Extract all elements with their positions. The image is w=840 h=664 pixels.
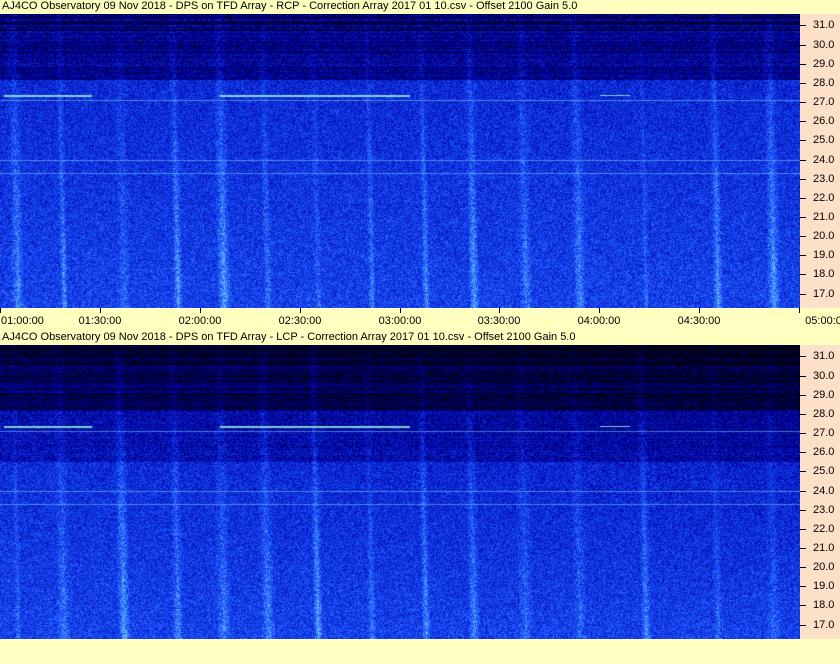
y-tick-label: 21.0 bbox=[813, 211, 835, 223]
y-tick-mark bbox=[800, 179, 806, 180]
y-tick-mark bbox=[800, 433, 806, 434]
y-tick-mark bbox=[800, 294, 806, 295]
y-tick-label: 22.0 bbox=[813, 192, 835, 204]
y-tick-label: 27.0 bbox=[813, 427, 835, 439]
y-tick-mark bbox=[800, 255, 806, 256]
lcp-frequency-axis: 31.0 30.0 29.0 28.0 27.0 26.0 25.0 24.0 23.0 22.0… bbox=[800, 345, 840, 639]
y-tick-label: 28.0 bbox=[813, 408, 835, 420]
y-tick-label: 30.0 bbox=[813, 370, 835, 382]
y-tick-label: 24.0 bbox=[813, 154, 835, 166]
y-tick-mark bbox=[800, 102, 806, 103]
y-tick-label: 17.0 bbox=[813, 619, 835, 631]
x-tick-mark bbox=[100, 308, 101, 313]
rcp-title: AJ4CO Observatory 09 Nov 2018 - DPS on T… bbox=[2, 0, 578, 12]
y-tick-label: 26.0 bbox=[813, 446, 835, 458]
x-tick-mark bbox=[699, 308, 700, 313]
y-tick-mark bbox=[800, 274, 806, 275]
y-tick-label: 23.0 bbox=[813, 173, 835, 185]
y-tick-label: 27.0 bbox=[813, 96, 835, 108]
y-tick-label: 20.0 bbox=[813, 230, 835, 242]
y-tick-label: 29.0 bbox=[813, 58, 835, 70]
y-tick-mark bbox=[800, 510, 806, 511]
y-tick-mark bbox=[800, 356, 806, 357]
y-tick-label: 18.0 bbox=[813, 599, 835, 611]
y-tick-mark bbox=[800, 548, 806, 549]
x-tick-label: 04:30:00 bbox=[677, 315, 721, 327]
x-tick-label: 01:00:00 bbox=[1, 315, 44, 327]
y-tick-mark bbox=[800, 160, 806, 161]
y-tick-mark bbox=[800, 529, 806, 530]
x-tick-mark bbox=[799, 308, 800, 313]
y-tick-mark bbox=[800, 64, 806, 65]
rcp-frequency-axis: 31.0 30.0 29.0 28.0 27.0 26.0 25.0 24.0 23.0 22.0… bbox=[800, 14, 840, 308]
x-tick-mark bbox=[599, 308, 600, 313]
lcp-title: AJ4CO Observatory 09 Nov 2018 - DPS on T… bbox=[2, 331, 576, 343]
lcp-panel: AJ4CO Observatory 09 Nov 2018 - DPS on T… bbox=[0, 331, 840, 664]
rcp-panel: AJ4CO Observatory 09 Nov 2018 - DPS on T… bbox=[0, 0, 840, 330]
y-tick-mark bbox=[800, 45, 806, 46]
y-tick-mark bbox=[800, 605, 806, 606]
y-tick-mark bbox=[800, 25, 806, 26]
y-tick-label: 30.0 bbox=[813, 39, 835, 51]
y-tick-mark bbox=[800, 83, 806, 84]
y-tick-label: 28.0 bbox=[813, 77, 835, 89]
x-tick-label: 02:30:00 bbox=[278, 315, 322, 327]
y-tick-mark bbox=[800, 625, 806, 626]
y-tick-mark bbox=[800, 452, 806, 453]
x-tick-label: 03:00:00 bbox=[378, 315, 422, 327]
y-tick-label: 23.0 bbox=[813, 504, 835, 516]
x-tick-mark bbox=[0, 308, 1, 313]
y-tick-label: 19.0 bbox=[813, 249, 835, 261]
rcp-spectrogram bbox=[0, 14, 800, 308]
x-tick-label: 03:30:00 bbox=[477, 315, 521, 327]
y-tick-label: 24.0 bbox=[813, 485, 835, 497]
y-tick-mark bbox=[800, 491, 806, 492]
y-tick-label: 22.0 bbox=[813, 523, 835, 535]
lcp-spectrogram bbox=[0, 345, 800, 639]
y-tick-label: 31.0 bbox=[813, 19, 835, 31]
x-tick-label: 01:30:00 bbox=[78, 315, 122, 327]
x-tick-mark bbox=[400, 308, 401, 313]
x-tick-label: 02:00:00 bbox=[178, 315, 222, 327]
y-tick-mark bbox=[800, 140, 806, 141]
y-tick-label: 20.0 bbox=[813, 561, 835, 573]
x-tick-label: 05:00:00 bbox=[805, 315, 840, 327]
x-tick-label: 04:00:00 bbox=[577, 315, 621, 327]
y-tick-mark bbox=[800, 217, 806, 218]
rcp-time-axis: 01:00:00 01:30:00 02:00:00 02:30:00 03:00:00… bbox=[0, 308, 840, 330]
y-tick-mark bbox=[800, 236, 806, 237]
y-tick-label: 21.0 bbox=[813, 542, 835, 554]
y-tick-label: 29.0 bbox=[813, 389, 835, 401]
y-tick-label: 18.0 bbox=[813, 268, 835, 280]
y-tick-mark bbox=[800, 414, 806, 415]
y-tick-mark bbox=[800, 471, 806, 472]
y-tick-label: 25.0 bbox=[813, 134, 835, 146]
x-tick-mark bbox=[499, 308, 500, 313]
y-tick-label: 26.0 bbox=[813, 115, 835, 127]
y-tick-mark bbox=[800, 395, 806, 396]
x-tick-mark bbox=[200, 308, 201, 313]
y-tick-label: 19.0 bbox=[813, 580, 835, 592]
y-tick-mark bbox=[800, 121, 806, 122]
y-tick-mark bbox=[800, 586, 806, 587]
y-tick-mark bbox=[800, 198, 806, 199]
y-tick-label: 17.0 bbox=[813, 288, 835, 300]
x-tick-mark bbox=[300, 308, 301, 313]
y-tick-label: 31.0 bbox=[813, 350, 835, 362]
y-tick-label: 25.0 bbox=[813, 465, 835, 477]
y-tick-mark bbox=[800, 567, 806, 568]
y-tick-mark bbox=[800, 376, 806, 377]
